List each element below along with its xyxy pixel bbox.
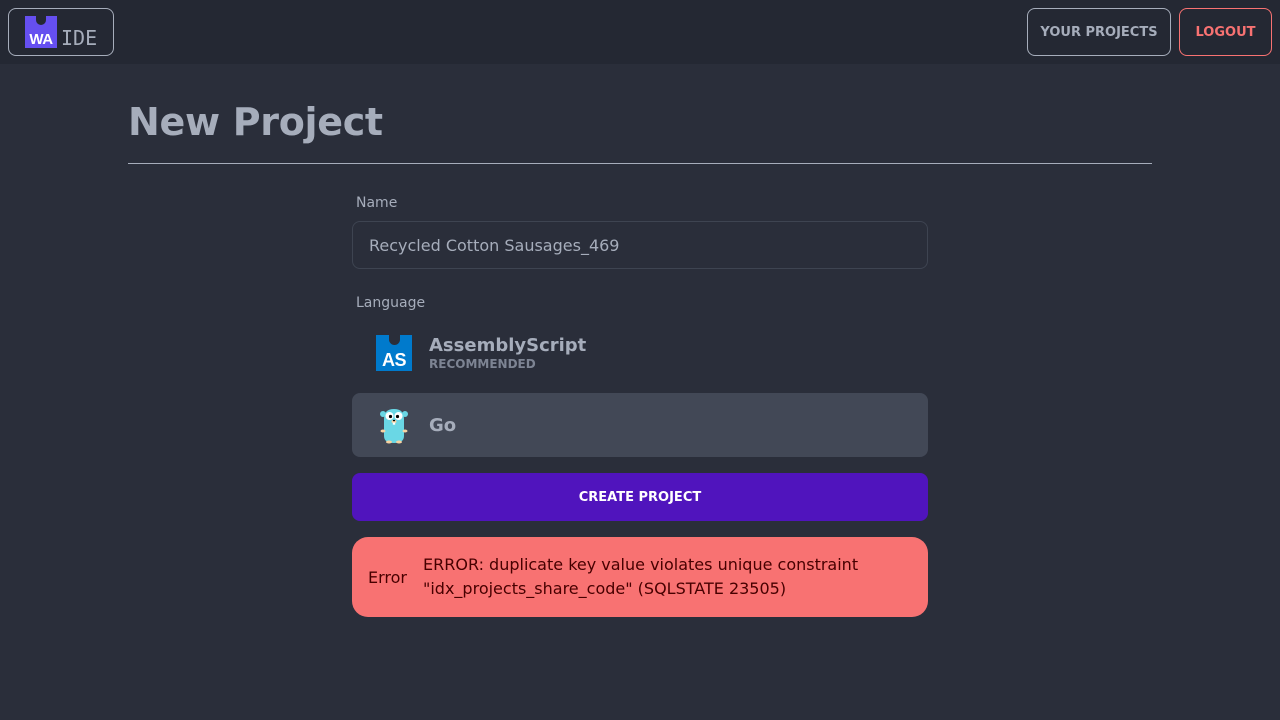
title-divider xyxy=(128,163,1152,164)
your-projects-button[interactable]: YOUR PROJECTS xyxy=(1027,8,1171,56)
error-message: ERROR: duplicate key value violates uniq… xyxy=(423,555,859,598)
navbar: WA IDE YOUR PROJECTS LOGOUT xyxy=(0,0,1280,64)
logout-button[interactable]: LOGOUT xyxy=(1179,8,1272,56)
language-name: Go xyxy=(429,414,457,436)
name-label: Name xyxy=(356,195,398,211)
language-label: Language xyxy=(356,295,426,311)
recommended-label: RECOMMENDED xyxy=(429,357,536,371)
assemblyscript-logo-icon: AS xyxy=(376,334,412,371)
webassembly-logo-icon: WA xyxy=(25,15,57,48)
logo-text: IDE xyxy=(61,26,98,50)
go-gopher-icon xyxy=(380,409,408,444)
home-logo-button[interactable]: WA IDE xyxy=(8,8,114,56)
language-option-go[interactable]: Go xyxy=(352,393,928,457)
language-name: AssemblyScript xyxy=(429,335,587,356)
error-alert: Error ERROR: duplicate key value violate… xyxy=(352,537,928,617)
language-option-assemblyscript[interactable]: AS AssemblyScript RECOMMENDED xyxy=(352,321,928,385)
page-title: New Project xyxy=(128,100,383,144)
create-project-button[interactable]: CREATE PROJECT xyxy=(352,473,928,521)
error-label: Error xyxy=(368,567,407,587)
project-name-input[interactable] xyxy=(352,221,928,269)
logo-badge-text: WA xyxy=(29,31,53,48)
assemblyscript-badge-text: AS xyxy=(381,350,407,370)
